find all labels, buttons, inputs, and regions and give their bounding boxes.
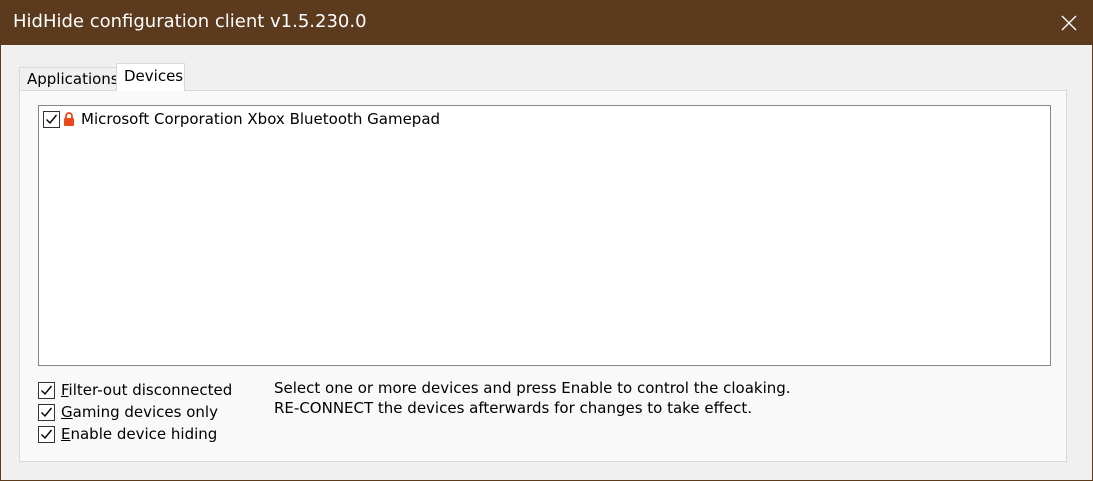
device-label: Microsoft Corporation Xbox Bluetooth Gam… [81, 110, 441, 128]
checkbox[interactable] [38, 403, 55, 421]
list-item[interactable]: Microsoft Corporation Xbox Bluetooth Gam… [43, 109, 440, 129]
gaming-devices-only-checkbox[interactable]: Gaming devices only [38, 402, 218, 422]
lock-icon [63, 112, 75, 126]
tab-applications[interactable]: Applications [19, 67, 119, 90]
device-list[interactable]: Microsoft Corporation Xbox Bluetooth Gam… [38, 105, 1051, 366]
filter-out-disconnected-label: Filter-out disconnected [61, 381, 233, 399]
tab-devices[interactable]: Devices [116, 63, 185, 91]
enable-device-hiding-checkbox[interactable]: Enable device hiding [38, 424, 217, 444]
checkbox[interactable] [38, 425, 55, 443]
filter-out-disconnected-checkbox[interactable]: Filter-out disconnected [38, 380, 232, 400]
hidhide-window: HidHide configuration client v1.5.230.0 … [0, 0, 1093, 481]
device-checkbox[interactable] [43, 110, 60, 128]
title-bar: HidHide configuration client v1.5.230.0 [1, 1, 1092, 45]
enable-device-hiding-label: Enable device hiding [61, 425, 218, 443]
checkmark-icon [41, 429, 53, 439]
checkbox[interactable] [38, 381, 55, 399]
instructions-line-2: RE-CONNECT the devices afterwards for ch… [274, 399, 753, 417]
instructions-text: Select one or more devices and press Ena… [274, 378, 791, 418]
instructions-line-1: Select one or more devices and press Ena… [274, 379, 791, 397]
checkmark-icon [41, 385, 53, 395]
close-button[interactable] [1046, 1, 1092, 45]
close-icon [1061, 15, 1077, 31]
gaming-devices-only-label: Gaming devices only [61, 403, 218, 421]
checkmark-icon [46, 114, 58, 124]
checkmark-icon [41, 407, 53, 417]
window-title: HidHide configuration client v1.5.230.0 [13, 11, 367, 32]
